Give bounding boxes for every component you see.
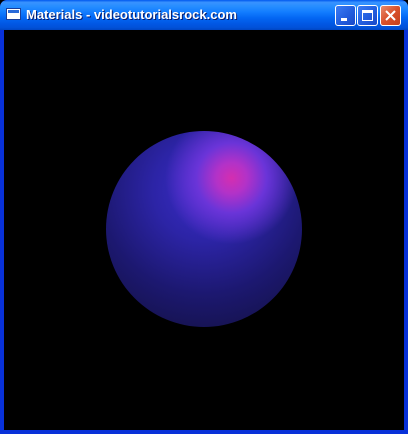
window-title: Materials - videotutorialsrock.com bbox=[26, 7, 237, 22]
app-window: Materials - videotutorialsrock.com bbox=[0, 0, 408, 434]
title-bar[interactable]: Materials - videotutorialsrock.com bbox=[0, 0, 408, 30]
close-icon bbox=[385, 10, 396, 21]
app-window-icon[interactable] bbox=[6, 8, 21, 20]
opengl-canvas[interactable] bbox=[4, 30, 404, 430]
shaded-sphere bbox=[106, 131, 302, 327]
close-button[interactable] bbox=[380, 5, 401, 26]
minimize-icon bbox=[341, 18, 347, 21]
maximize-icon bbox=[362, 10, 373, 21]
minimize-button[interactable] bbox=[335, 5, 356, 26]
maximize-button[interactable] bbox=[357, 5, 378, 26]
